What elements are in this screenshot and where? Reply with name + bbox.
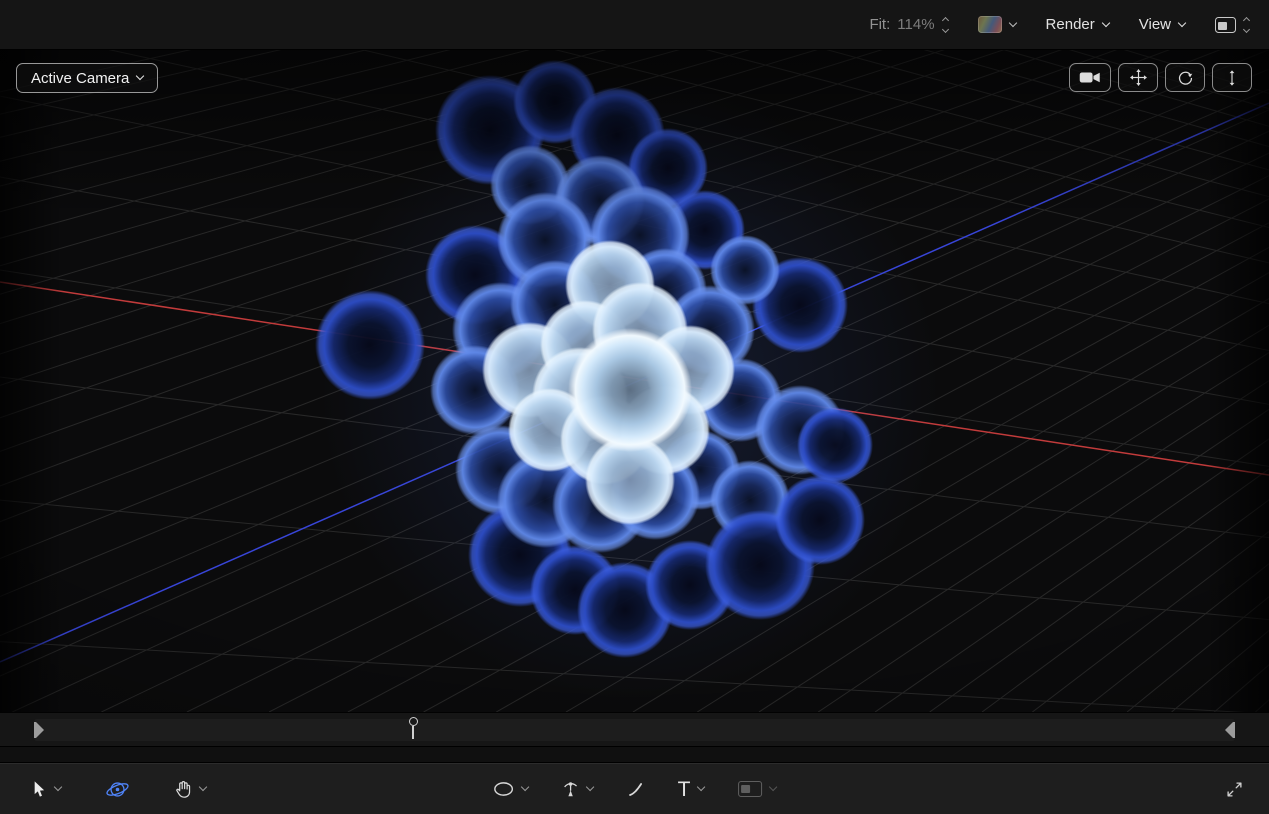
text-tool-glyph: T — [678, 779, 691, 800]
chevron-down-icon — [769, 783, 777, 791]
cursor-arrow-icon — [30, 780, 47, 799]
channels-preview-menu[interactable] — [978, 16, 1016, 33]
dolly-arrows-icon — [1224, 70, 1240, 86]
transform-tool-group — [30, 763, 206, 814]
image-well-icon — [738, 781, 762, 797]
view-menu-label: View — [1139, 16, 1171, 33]
play-range-out-marker[interactable] — [1225, 722, 1235, 738]
chevron-down-icon — [585, 783, 593, 791]
zoom-stepper-icon[interactable] — [943, 18, 948, 32]
pan-canvas-tool[interactable] — [174, 780, 206, 798]
chevron-down-icon — [199, 783, 207, 791]
pan-arrows-icon — [1130, 69, 1147, 86]
paint-stroke-tool[interactable] — [627, 781, 644, 798]
pan-view-button[interactable] — [1118, 63, 1158, 92]
timeline-spacer — [0, 746, 1269, 762]
viewport-camera-tools — [1069, 63, 1252, 92]
view-menu[interactable]: View — [1139, 16, 1185, 33]
chevron-down-icon — [697, 783, 705, 791]
video-camera-icon — [1079, 71, 1101, 84]
window-tool-group — [1226, 763, 1243, 814]
playhead-handle-icon — [409, 717, 418, 726]
expand-view-button[interactable] — [1226, 781, 1243, 798]
scene-canvas[interactable] — [0, 50, 1269, 712]
chevron-down-icon — [1008, 18, 1016, 26]
chevron-down-icon — [1178, 18, 1186, 26]
chevron-down-icon — [54, 783, 62, 791]
camera-menu-label: Active Camera — [31, 70, 129, 87]
fit-label: Fit: — [869, 16, 890, 33]
zoom-value: 114% — [897, 16, 934, 33]
ellipse-icon — [493, 781, 514, 797]
render-menu-label: Render — [1046, 16, 1095, 33]
expand-arrows-icon — [1226, 781, 1243, 798]
render-menu[interactable]: Render — [1046, 16, 1109, 33]
playhead[interactable] — [407, 717, 419, 739]
layout-stepper-icon — [1244, 18, 1249, 32]
canvas-3d-view[interactable]: Active Camera — [0, 50, 1269, 712]
color-channel-thumbnail-icon — [978, 16, 1002, 33]
text-tool[interactable]: T — [678, 779, 705, 800]
image-well-tool-disabled — [738, 781, 776, 797]
shape-tool[interactable] — [493, 781, 528, 797]
dolly-view-button[interactable] — [1212, 63, 1252, 92]
select-transform-tool[interactable] — [30, 780, 61, 799]
timeline-track[interactable] — [34, 719, 1235, 741]
camera-select-menu[interactable]: Active Camera — [16, 63, 158, 93]
tool-bar: T — [0, 762, 1269, 814]
zoom-level-control[interactable]: Fit: 114% — [869, 16, 947, 33]
3d-transform-icon — [105, 777, 130, 802]
orbit-view-button[interactable] — [1165, 63, 1205, 92]
layout-icon — [1215, 17, 1236, 33]
play-range-in-marker[interactable] — [34, 722, 44, 738]
chevron-down-icon — [136, 72, 144, 80]
paint-stroke-icon — [627, 781, 644, 798]
create-tool-group: T — [493, 763, 777, 814]
canvas-toolbar: Fit: 114% Render View — [0, 0, 1269, 50]
bezier-tool[interactable] — [562, 780, 593, 799]
chevron-down-icon — [1102, 18, 1110, 26]
camera-view-button[interactable] — [1069, 63, 1111, 92]
orbit-arrow-icon — [1177, 69, 1194, 86]
playhead-stem — [412, 726, 414, 739]
chevron-down-icon — [520, 783, 528, 791]
hand-icon — [174, 780, 192, 798]
bezier-pen-icon — [562, 780, 579, 799]
motion-app-window: Fit: 114% Render View — [0, 0, 1269, 814]
transform-3d-tool-selected[interactable] — [105, 777, 130, 802]
mini-timeline[interactable] — [0, 712, 1269, 746]
window-layout-control[interactable] — [1215, 17, 1249, 33]
